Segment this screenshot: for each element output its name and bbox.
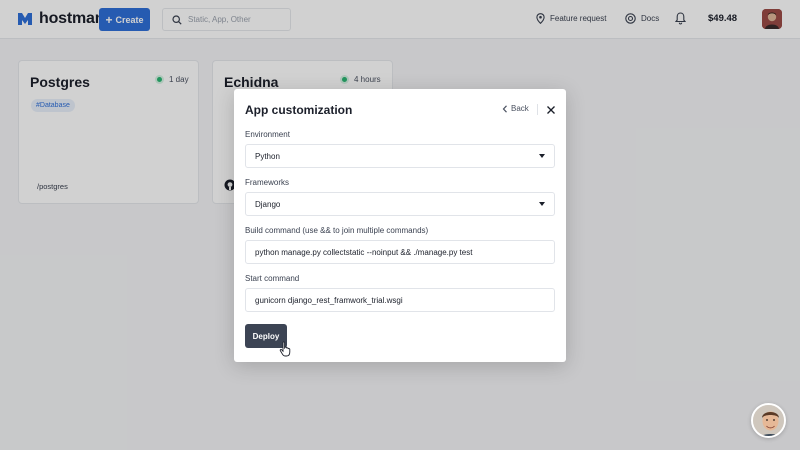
build-command-input[interactable]: python manage.py collectstatic --noinput… <box>245 240 555 264</box>
frameworks-label: Frameworks <box>245 178 290 187</box>
chevron-left-icon <box>502 104 507 113</box>
frameworks-select[interactable]: Django <box>245 192 555 216</box>
build-command-label: Build command (use && to join multiple c… <box>245 226 429 235</box>
environment-label: Environment <box>245 130 290 139</box>
modal-title: App customization <box>245 103 353 117</box>
environment-select[interactable]: Python <box>245 144 555 168</box>
build-command-value: python manage.py collectstatic --noinput… <box>255 247 473 257</box>
start-command-input[interactable]: gunicorn django_rest_framwork_trial.wsgi <box>245 288 555 312</box>
header-divider <box>537 104 538 115</box>
caret-down-icon <box>539 202 545 206</box>
hand-cursor-icon <box>279 341 291 357</box>
back-label: Back <box>511 104 529 113</box>
environment-value: Python <box>255 151 280 161</box>
back-button[interactable]: Back <box>502 104 529 113</box>
support-chat-avatar[interactable] <box>751 403 786 438</box>
app-customization-modal: App customization Back Environment Pytho… <box>234 89 566 362</box>
caret-down-icon <box>539 154 545 158</box>
start-command-label: Start command <box>245 274 300 283</box>
close-icon[interactable] <box>546 105 556 115</box>
start-command-value: gunicorn django_rest_framwork_trial.wsgi <box>255 295 403 305</box>
frameworks-value: Django <box>255 199 281 209</box>
